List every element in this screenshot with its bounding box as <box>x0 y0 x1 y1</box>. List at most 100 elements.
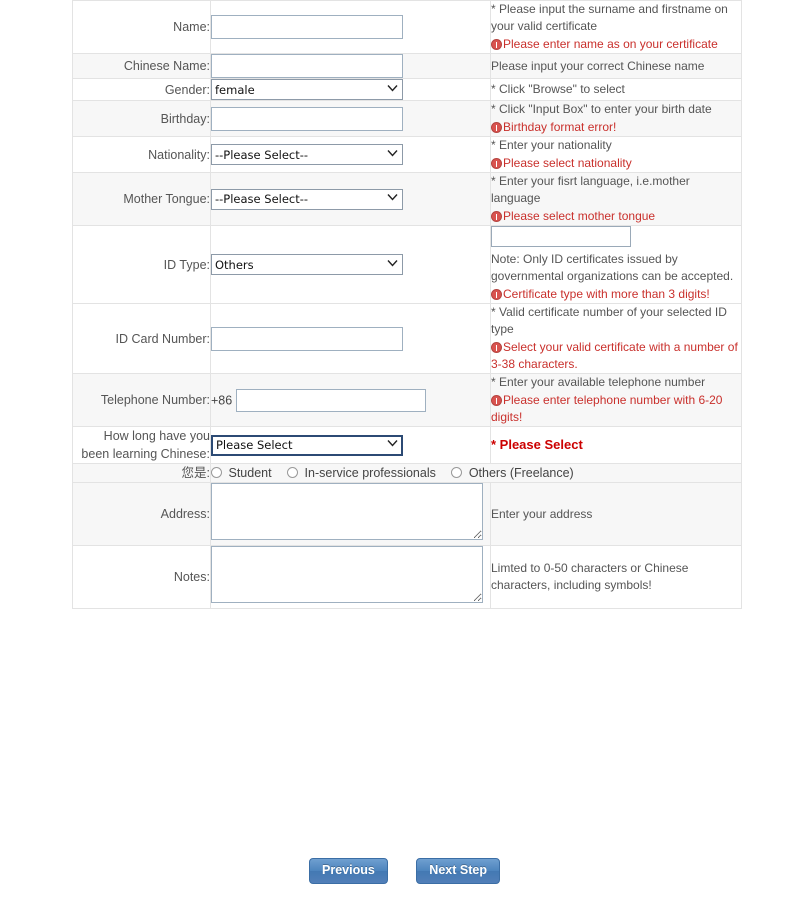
field-learning-duration: Please Select <box>210 426 491 464</box>
error-text: Please select mother tongue <box>503 209 656 223</box>
radio-input-in-service[interactable] <box>287 467 299 478</box>
gender-select-wrap: female <box>211 79 403 100</box>
form-row-gender: Gender: female * Click "Browse" to selec… <box>72 78 742 101</box>
form-row-chinese-name: Chinese Name: Please input your correct … <box>72 53 742 79</box>
error-icon <box>491 211 502 222</box>
field-gender: female <box>210 78 491 101</box>
form-row-address: Address: Enter your address <box>72 482 742 546</box>
field-id-card-number <box>210 303 491 374</box>
mother-tongue-select[interactable]: --Please Select-- <box>211 188 403 210</box>
label-notes: Notes: <box>72 545 211 609</box>
field-id-type: Others <box>210 225 491 304</box>
error-text: Certificate type with more than 3 digits… <box>503 287 710 301</box>
field-occupation: Student In-service professionals Others … <box>210 463 742 483</box>
nationality-select-wrap: --Please Select-- <box>211 144 403 165</box>
form-actions: Previous Next Step <box>0 858 809 884</box>
nationality-select[interactable]: --Please Select-- <box>211 144 403 165</box>
radio-input-others[interactable] <box>451 467 463 478</box>
field-birthday <box>210 100 491 137</box>
hint-text: Please input your correct Chinese name <box>491 58 705 73</box>
chinese-name-input[interactable] <box>211 54 403 78</box>
radio-option-in-service[interactable]: In-service professionals <box>287 466 436 480</box>
form-row-id-card-number: ID Card Number: * Valid certificate numb… <box>72 303 742 374</box>
label-chinese-name: Chinese Name: <box>72 53 211 79</box>
gender-select[interactable]: female <box>211 79 403 100</box>
id-type-other-input[interactable] <box>491 226 631 247</box>
hint-notes: Limted to 0-50 characters or Chinese cha… <box>490 545 742 609</box>
name-input[interactable] <box>211 15 403 39</box>
label-gender: Gender: <box>72 78 211 101</box>
hint-text: * Enter your nationality <box>491 138 612 152</box>
hint-id-card-number: * Valid certificate number of your selec… <box>490 303 742 374</box>
label-name: Name: <box>72 0 211 54</box>
error-icon <box>491 395 502 406</box>
label-id-type: ID Type: <box>72 225 211 304</box>
error-message: Select your valid certificate with a num… <box>491 339 741 373</box>
label-id-card-number: ID Card Number: <box>72 303 211 374</box>
previous-button[interactable]: Previous <box>309 858 388 884</box>
error-text: Please enter name as on your certificate <box>503 37 718 51</box>
id-type-select[interactable]: Others <box>211 254 403 275</box>
error-icon <box>491 39 502 50</box>
hint-text: * Valid certificate number of your selec… <box>491 305 727 336</box>
id-card-number-input[interactable] <box>211 326 403 351</box>
learning-duration-select[interactable]: Please Select <box>211 434 403 456</box>
hint-nationality: * Enter your nationality Please select n… <box>490 136 742 173</box>
registration-form-table: Name: * Please input the surname and fir… <box>72 0 742 609</box>
error-message: Please enter telephone number with 6-20 … <box>491 392 741 426</box>
error-message: Please select mother tongue <box>491 208 741 225</box>
next-step-button[interactable]: Next Step <box>416 858 500 884</box>
telephone-input[interactable] <box>236 388 427 412</box>
hint-text: Enter your address <box>491 506 593 521</box>
error-message: Certificate type with more than 3 digits… <box>491 286 741 303</box>
form-row-birthday: Birthday: * Click "Input Box" to enter y… <box>72 100 742 137</box>
field-nationality: --Please Select-- <box>210 136 491 173</box>
hint-telephone: * Enter your available telephone number … <box>490 373 742 427</box>
required-error-text: * Please Select <box>491 437 583 452</box>
id-type-select-wrap: Others <box>211 254 403 275</box>
hint-text: * Enter your fisrt language, i.e.mother … <box>491 174 690 205</box>
label-birthday: Birthday: <box>72 100 211 137</box>
field-name <box>210 0 491 54</box>
telephone-country-prefix: +86 <box>211 392 233 407</box>
hint-text: * Enter your available telephone number <box>491 375 706 389</box>
error-text: Please enter telephone number with 6-20 … <box>491 393 723 424</box>
error-icon <box>491 289 502 300</box>
hint-text: * Click "Browse" to select <box>491 82 625 96</box>
hint-learning-duration: * Please Select <box>490 426 742 464</box>
form-row-notes: Notes: Limted to 0-50 characters or Chin… <box>72 545 742 609</box>
form-row-telephone: Telephone Number: +86 * Enter your avail… <box>72 373 742 427</box>
error-icon <box>491 122 502 133</box>
notes-textarea[interactable] <box>211 546 483 603</box>
form-row-nationality: Nationality: --Please Select-- * Enter y… <box>72 136 742 173</box>
label-telephone: Telephone Number: <box>72 373 211 427</box>
form-row-mother-tongue: Mother Tongue: --Please Select-- * Enter… <box>72 172 742 226</box>
address-textarea[interactable] <box>211 483 483 540</box>
birthday-input[interactable] <box>211 106 403 131</box>
error-text: Select your valid certificate with a num… <box>491 340 738 371</box>
field-address <box>210 482 491 546</box>
radio-input-student[interactable] <box>211 467 222 478</box>
error-icon <box>491 158 502 169</box>
learning-duration-select-wrap: Please Select <box>211 434 403 456</box>
label-address: Address: <box>72 482 211 546</box>
hint-chinese-name: Please input your correct Chinese name <box>490 53 742 79</box>
radio-option-others[interactable]: Others (Freelance) <box>451 466 574 480</box>
hint-text: * Click "Input Box" to enter your birth … <box>491 102 712 116</box>
hint-text: Note: Only ID certificates issued by gov… <box>491 252 734 283</box>
hint-birthday: * Click "Input Box" to enter your birth … <box>490 100 742 137</box>
radio-option-student[interactable]: Student <box>211 466 272 480</box>
field-telephone: +86 <box>210 373 491 427</box>
label-nationality: Nationality: <box>72 136 211 173</box>
hint-address: Enter your address <box>490 482 742 546</box>
hint-text: Limted to 0-50 characters or Chinese cha… <box>491 561 689 592</box>
hint-name: * Please input the surname and firstname… <box>490 0 742 54</box>
radio-label: In-service professionals <box>304 466 436 480</box>
error-message: Birthday format error! <box>491 119 741 136</box>
label-occupation: 您是: <box>72 463 211 483</box>
field-mother-tongue: --Please Select-- <box>210 172 491 226</box>
label-mother-tongue: Mother Tongue: <box>72 172 211 226</box>
hint-text: * Please input the surname and firstname… <box>491 2 728 33</box>
error-text: Please select nationality <box>503 156 632 170</box>
form-row-name: Name: * Please input the surname and fir… <box>72 0 742 54</box>
